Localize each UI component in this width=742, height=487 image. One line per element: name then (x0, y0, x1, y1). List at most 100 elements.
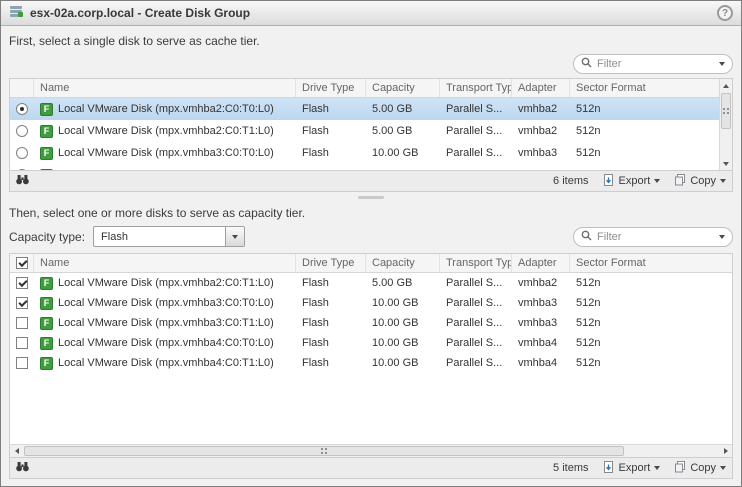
chevron-down-icon (232, 235, 238, 239)
scroll-up-button[interactable] (720, 79, 732, 92)
capacity-row-checkbox[interactable] (16, 297, 28, 309)
table-row[interactable]: FLocal VMware Disk (mpx.vmhba4:C0:T1:L0)… (10, 353, 732, 373)
filter-dropdown-icon[interactable] (719, 235, 725, 239)
capacity-tier-instruction: Then, select one or more disks to serve … (9, 206, 733, 220)
copy-icon (674, 461, 686, 476)
column-header-name[interactable]: Name (34, 79, 296, 97)
select-dropdown-button[interactable] (225, 227, 244, 246)
capacity-row-checkbox[interactable] (16, 277, 28, 289)
cache-row-radio[interactable] (16, 169, 28, 170)
filter-dropdown-icon[interactable] (719, 62, 725, 66)
splitter-handle-icon (358, 196, 384, 199)
cache-filter-box[interactable] (573, 54, 733, 74)
column-header-sector-format[interactable]: Sector Format (570, 254, 732, 272)
column-header-adapter[interactable]: Adapter (512, 79, 570, 97)
horizontal-scrollbar-thumb[interactable] (24, 446, 624, 456)
cache-table-vertical-scrollbar[interactable] (719, 79, 732, 170)
capacity-type-label: Capacity type: (9, 230, 85, 244)
transport-type-cell: Parallel S... (440, 169, 512, 170)
transport-type-cell: Parallel S... (440, 337, 512, 349)
cache-tier-instruction: First, select a single disk to serve as … (9, 34, 733, 48)
capacity-table-body: FLocal VMware Disk (mpx.vmhba2:C0:T1:L0)… (10, 273, 732, 445)
copy-button[interactable]: Copy (674, 461, 726, 476)
scrollbar-grip-icon (723, 108, 729, 114)
column-header-adapter[interactable]: Adapter (512, 254, 570, 272)
cache-row-radio[interactable] (16, 125, 28, 137)
capacity-type-select[interactable]: Flash (93, 226, 245, 247)
capacity-filter-box[interactable] (573, 227, 733, 247)
capacity-cell: 10.00 GB (366, 357, 440, 369)
table-row[interactable]: FLocal VMware Disk (mpx.vmhba2:C0:T1:L0)… (10, 273, 732, 293)
vertical-scrollbar-thumb[interactable] (721, 93, 731, 129)
dialog-title: esx-02a.corp.local - Create Disk Group (30, 6, 250, 20)
capacity-row-checkbox[interactable] (16, 337, 28, 349)
scroll-down-button[interactable] (720, 157, 732, 170)
disk-name: Local VMware Disk (mpx.vmhba3:C0:T0:L0) (58, 297, 274, 309)
capacity-cell: 10.00 GB (366, 169, 440, 170)
column-header-transport-type[interactable]: Transport Type (440, 79, 512, 97)
table-row[interactable]: F Local VMware Disk (mpx.vmhba3:C0:T1:L0)… (10, 164, 732, 170)
select-all-checkbox[interactable] (16, 257, 28, 269)
flash-disk-icon: F (40, 125, 53, 138)
column-header-capacity[interactable]: Capacity (366, 254, 440, 272)
table-row[interactable]: FLocal VMware Disk (mpx.vmhba4:C0:T0:L0)… (10, 333, 732, 353)
column-header-drive-type[interactable]: Drive Type (296, 79, 366, 97)
adapter-cell: vmhba3 (512, 317, 570, 329)
adapter-cell: vmhba2 (512, 103, 570, 115)
export-button[interactable]: Export (603, 174, 661, 189)
chevron-down-icon (654, 179, 660, 183)
capacity-table-horizontal-scrollbar[interactable] (10, 444, 732, 457)
find-icon[interactable] (16, 461, 29, 475)
capacity-cell: 5.00 GB (366, 277, 440, 289)
column-header-capacity[interactable]: Capacity (366, 79, 440, 97)
capacity-row-checkbox[interactable] (16, 357, 28, 369)
column-header-drive-type[interactable]: Drive Type (296, 254, 366, 272)
drive-type-cell: Flash (296, 337, 366, 349)
flash-disk-icon: F (40, 147, 53, 160)
disk-name: Local VMware Disk (mpx.vmhba3:C0:T1:L0) (58, 317, 274, 329)
drive-type-cell: Flash (296, 357, 366, 369)
cache-filter-input[interactable] (597, 58, 714, 70)
chevron-down-icon (654, 466, 660, 470)
capacity-cell: 5.00 GB (366, 125, 440, 137)
scroll-left-button[interactable] (10, 445, 23, 457)
pane-splitter[interactable] (9, 192, 733, 202)
adapter-cell: vmhba2 (512, 125, 570, 137)
drive-type-cell: Flash (296, 277, 366, 289)
disk-name: Local VMware Disk (mpx.vmhba2:C0:T1:L0) (58, 277, 274, 289)
disk-name: Local VMware Disk (mpx.vmhba3:C0:T0:L0) (58, 147, 274, 159)
select-all-header-cell (10, 254, 34, 272)
radio-column-header (10, 79, 34, 97)
adapter-cell: vmhba4 (512, 357, 570, 369)
transport-type-cell: Parallel S... (440, 147, 512, 159)
column-header-transport-type[interactable]: Transport Type (440, 254, 512, 272)
flash-disk-icon: F (40, 103, 53, 116)
cache-row-radio[interactable] (16, 103, 28, 115)
capacity-row-checkbox[interactable] (16, 317, 28, 329)
drive-type-cell: Flash (296, 317, 366, 329)
scroll-right-button[interactable] (719, 445, 732, 457)
capacity-disk-table: Name Drive Type Capacity Transport Type … (9, 253, 733, 458)
find-icon[interactable] (16, 174, 29, 188)
column-header-name[interactable]: Name (34, 254, 296, 272)
disk-group-icon (9, 4, 24, 23)
disk-name: Local VMware Disk (mpx.vmhba2:C0:T0:L0) (58, 103, 274, 115)
table-row[interactable]: F Local VMware Disk (mpx.vmhba2:C0:T1:L0)… (10, 120, 732, 142)
flash-disk-icon: F (40, 169, 53, 171)
table-row[interactable]: F Local VMware Disk (mpx.vmhba3:C0:T0:L0)… (10, 142, 732, 164)
cache-row-radio[interactable] (16, 147, 28, 159)
capacity-table-header: Name Drive Type Capacity Transport Type … (10, 254, 732, 273)
table-row[interactable]: FLocal VMware Disk (mpx.vmhba3:C0:T1:L0)… (10, 313, 732, 333)
copy-button[interactable]: Copy (674, 174, 726, 189)
table-row[interactable]: F Local VMware Disk (mpx.vmhba2:C0:T0:L0)… (10, 98, 732, 120)
capacity-filter-input[interactable] (597, 231, 714, 243)
help-icon[interactable]: ? (717, 5, 733, 21)
disk-name: Local VMware Disk (mpx.vmhba2:C0:T1:L0) (58, 125, 274, 137)
table-row[interactable]: FLocal VMware Disk (mpx.vmhba3:C0:T0:L0)… (10, 293, 732, 313)
items-count: 5 items (553, 462, 588, 474)
export-label: Export (619, 175, 651, 187)
export-button[interactable]: Export (603, 461, 661, 476)
column-header-sector-format[interactable]: Sector Format (570, 79, 732, 97)
export-icon (603, 174, 615, 189)
disk-name: Local VMware Disk (mpx.vmhba3:C0:T1:L0) (58, 169, 274, 170)
